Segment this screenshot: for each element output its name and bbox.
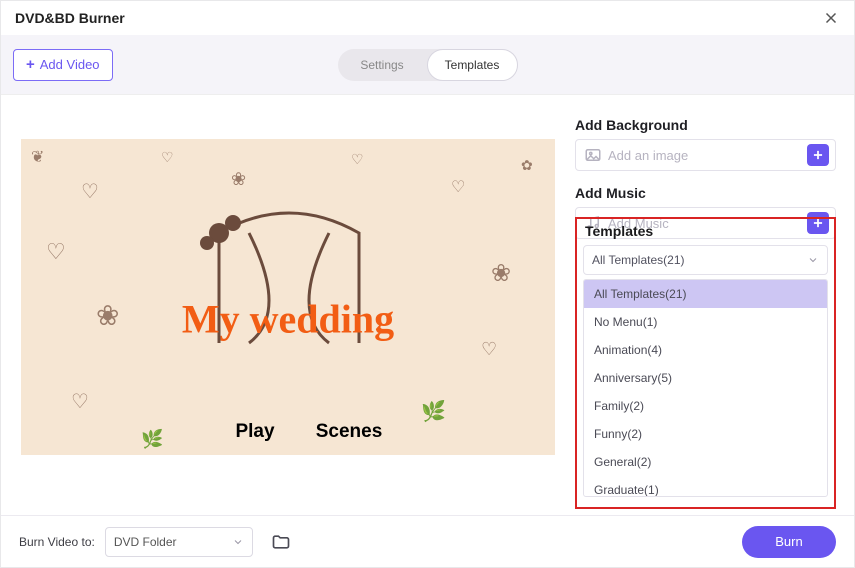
templates-option[interactable]: All Templates(21) <box>584 280 827 308</box>
templates-option[interactable]: Graduate(1) <box>584 476 827 497</box>
templates-select[interactable]: All Templates(21) <box>583 245 828 275</box>
tab-templates[interactable]: Templates <box>427 49 518 81</box>
close-icon[interactable] <box>822 9 840 27</box>
burn-video-to-select[interactable]: DVD Folder <box>105 527 253 557</box>
templates-option[interactable]: No Menu(1) <box>584 308 827 336</box>
dvd-menu-preview: ❦ ♡ ♡ ❀ ♡ ♡ ✿ ♡ ❀ ❀ ♡ 🌿 ♡ 🌿 <box>21 139 555 455</box>
add-background-heading: Add Background <box>575 117 836 133</box>
preview-pane: ❦ ♡ ♡ ❀ ♡ ♡ ✿ ♡ ❀ ❀ ♡ 🌿 ♡ 🌿 <box>1 95 575 515</box>
templates-option[interactable]: General(2) <box>584 448 827 476</box>
heart-icon: ♡ <box>351 151 364 168</box>
menu-scenes-button[interactable]: Scenes <box>316 421 383 443</box>
heart-icon: ♡ <box>481 339 497 360</box>
templates-option[interactable]: Family(2) <box>584 392 827 420</box>
leaf-icon: 🌿 <box>141 429 163 450</box>
titlebar: DVD&BD Burner <box>1 1 854 35</box>
plus-icon: + <box>26 56 35 73</box>
heart-icon: ♡ <box>71 389 89 414</box>
add-background-field[interactable]: Add an image <box>575 139 836 171</box>
templates-option[interactable]: Animation(4) <box>584 336 827 364</box>
side-panel: Add Background Add an image Add Music Ad… <box>575 95 854 515</box>
templates-dropdown-list: All Templates(21) No Menu(1) Animation(4… <box>583 279 828 497</box>
heart-icon: ♡ <box>46 239 66 265</box>
content-area: ❦ ♡ ♡ ❀ ♡ ♡ ✿ ♡ ❀ ❀ ♡ 🌿 ♡ 🌿 <box>1 95 854 515</box>
heart-icon: ♡ <box>451 177 465 197</box>
templates-heading: Templates <box>585 223 828 239</box>
image-icon <box>584 146 602 164</box>
flower-icon: ❀ <box>96 299 119 332</box>
heart-icon: ♡ <box>161 149 174 166</box>
flower-icon: ❀ <box>231 169 246 190</box>
templates-option[interactable]: Anniversary(5) <box>584 364 827 392</box>
flower-icon: ✿ <box>521 157 533 174</box>
output-folder-button[interactable] <box>267 528 295 556</box>
chevron-down-icon <box>232 536 244 548</box>
add-video-button[interactable]: + Add Video <box>13 49 113 81</box>
bottom-bar: Burn Video to: DVD Folder Burn <box>1 515 854 567</box>
add-background-button[interactable] <box>807 144 829 166</box>
leaf-icon: 🌿 <box>421 399 446 424</box>
templates-select-value: All Templates(21) <box>592 253 684 267</box>
burn-video-to-label: Burn Video to: <box>19 535 95 549</box>
heart-icon: ♡ <box>81 179 99 204</box>
menu-play-button[interactable]: Play <box>235 421 274 443</box>
heart-icon: ❦ <box>31 147 44 167</box>
folder-icon <box>271 532 291 552</box>
templates-highlight-box: Templates All Templates(21) All Template… <box>575 217 836 509</box>
flower-icon: ❀ <box>491 259 511 288</box>
burn-video-to-value: DVD Folder <box>114 535 177 549</box>
burn-button[interactable]: Burn <box>742 526 836 558</box>
app-window: DVD&BD Burner + Add Video Settings Templ… <box>0 0 855 568</box>
tab-settings[interactable]: Settings <box>338 49 427 81</box>
toolbar: + Add Video Settings Templates <box>1 35 854 95</box>
add-music-heading: Add Music <box>575 185 836 201</box>
view-segment: Settings Templates <box>338 49 518 81</box>
window-title: DVD&BD Burner <box>15 10 125 26</box>
add-background-placeholder: Add an image <box>602 148 807 163</box>
add-video-label: Add Video <box>40 57 100 72</box>
chevron-down-icon <box>807 254 819 266</box>
templates-option[interactable]: Funny(2) <box>584 420 827 448</box>
menu-title: My wedding <box>182 296 394 343</box>
